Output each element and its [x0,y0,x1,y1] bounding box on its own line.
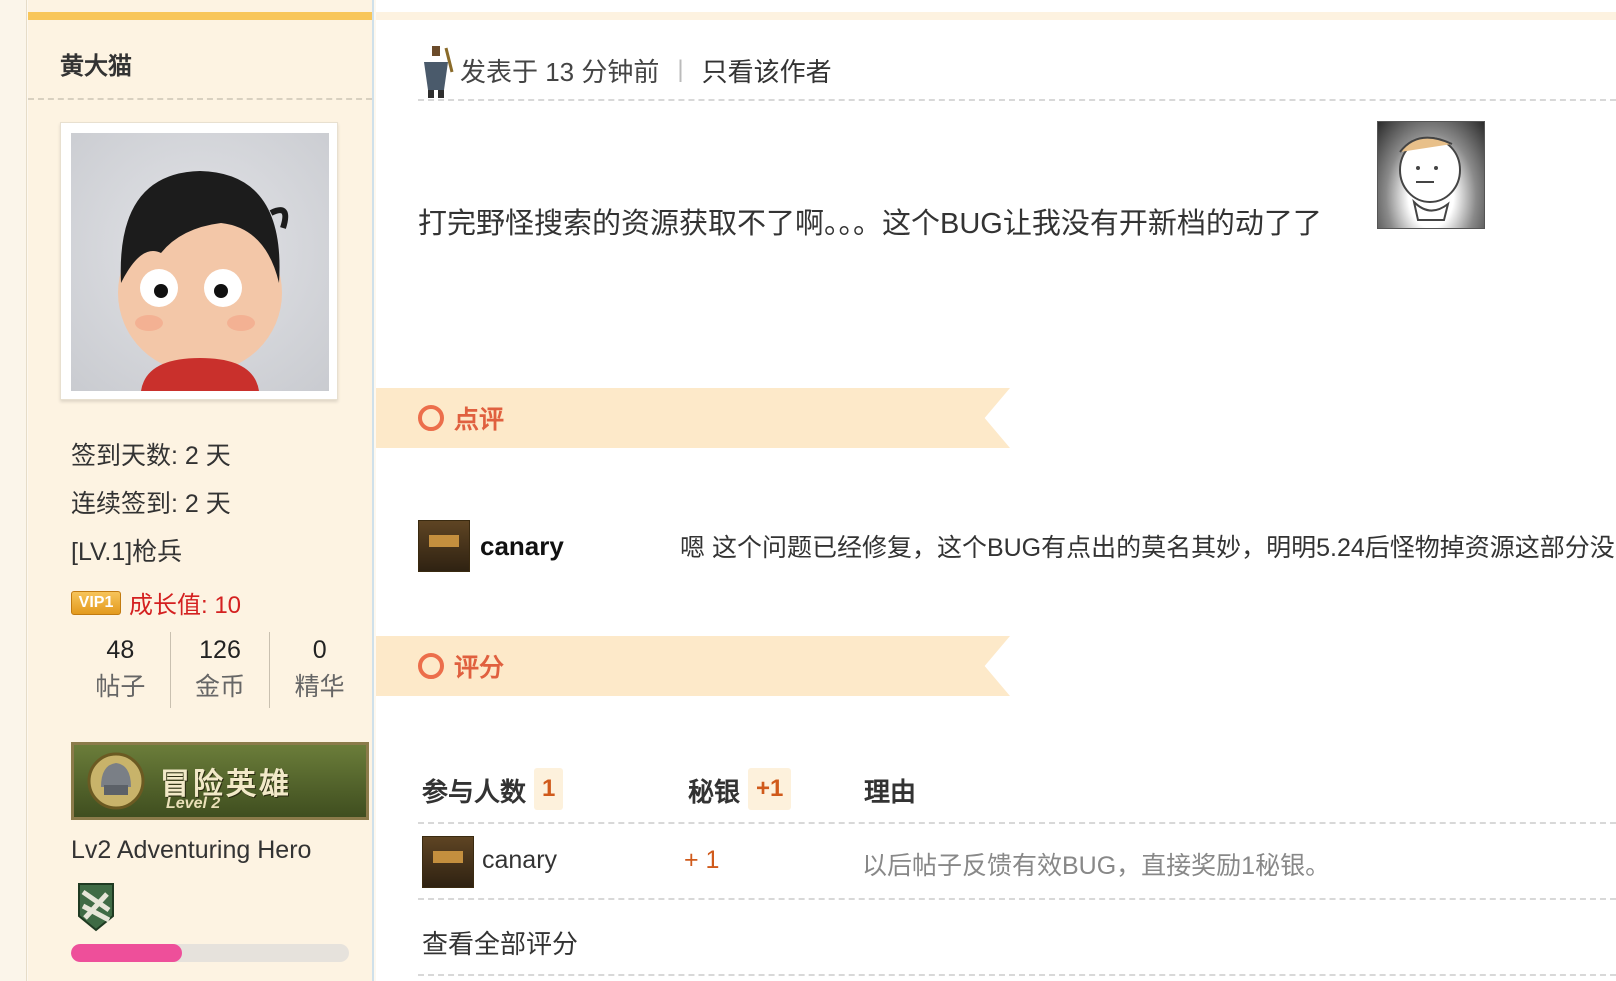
count-digest[interactable]: 0 精华 [270,632,369,708]
rating-row: canary + 1 以后帖子反馈有效BUG，直接奖励1秘银。 [422,836,1616,888]
count-posts-label: 帖子 [95,673,146,701]
avatar-frame[interactable] [60,122,338,400]
currency-header: 秘银 [688,777,741,807]
circle-icon [418,405,444,431]
post-body: 打完野怪搜索的资源获取不了啊。。。这个BUG让我没有开新档的动了了 [418,208,1322,240]
rating-section-label: 评分 [454,654,505,682]
growth-value: 成长值: 10 [129,592,242,619]
comments-section-header: 点评 [376,388,1010,448]
user-rank[interactable]: [LV.1]枪兵 [71,532,182,568]
medal-caption: Lv2 Adventuring Hero [71,836,312,864]
view-all-ratings-link[interactable]: 查看全部评分 [422,924,578,961]
vip-line: VIP1 成长值: 10 [71,585,241,620]
meta-divider [418,99,1616,101]
participants-header: 参与人数 [422,777,527,807]
medal-level: Level 2 [166,795,221,812]
author-name[interactable]: 黄大猫 [60,46,132,81]
rating-amount: + 1 [684,846,720,874]
user-counts: 48 帖子 126 金币 0 精华 [71,632,369,708]
emoji-image [1377,121,1485,229]
rating-divider [418,822,1616,824]
helmet-icon [87,752,145,810]
circle-icon [418,653,444,679]
streak-days: 连续签到: 2 天 [71,490,231,518]
participants-count: 1 [534,768,564,810]
rating-divider [418,974,1616,976]
commenter-name[interactable]: canary [480,531,680,562]
checkin-days: 签到天数: 2 天 [71,442,231,470]
knight-icon [424,46,454,98]
count-digest-value: 0 [312,636,327,664]
count-posts-value: 48 [106,636,135,664]
sidebar-divider [28,98,372,100]
medal-icon[interactable] [71,880,121,932]
post-time: 发表于 13 分钟前 [460,56,660,87]
post-meta: 发表于 13 分钟前 | 只看该作者 [418,42,832,98]
level-progress-fill [71,944,183,962]
rater-name[interactable]: canary [482,846,557,875]
count-coins-value: 126 [199,636,241,664]
post-main: 发表于 13 分钟前 | 只看该作者 打完野怪搜索的资源获取不了啊。。。这个BU… [376,0,1616,981]
main-top-bar [376,12,1616,20]
count-digest-label: 精华 [294,673,345,701]
avatar-illustration [118,171,289,391]
avatar[interactable] [71,133,329,391]
comment-item: canary 嗯 这个问题已经修复，这个BUG有点出的莫名其妙，明明5.24后怪… [418,520,1615,572]
vip-badge[interactable]: VIP1 [71,590,121,615]
rater-avatar[interactable] [422,836,474,888]
emoji-face-icon [1399,136,1461,221]
reason-header: 理由 [864,777,917,807]
comment-text: 嗯 这个问题已经修复，这个BUG有点出的莫名其妙，明明5.24后怪物掉资源这部分… [680,534,1615,562]
rating-divider [418,898,1616,900]
page-edge [0,0,27,981]
sidebar-accent-bar [28,12,372,20]
count-posts[interactable]: 48 帖子 [71,632,171,708]
level-progress-bar [71,944,349,962]
rating-section-header: 评分 [376,636,1010,696]
meta-separator: | [677,56,684,83]
rating-header-row: 参与人数 1 秘银 +1 理由 [422,764,1616,814]
only-author-link[interactable]: 只看该作者 [702,52,832,89]
commenter-avatar[interactable] [418,520,470,572]
currency-total: +1 [748,768,792,810]
comments-section-label: 点评 [454,406,505,434]
medal-banner[interactable]: 冒险英雄 Level 2 [71,742,369,820]
count-coins[interactable]: 126 金币 [171,632,271,708]
rating-reason: 以后帖子反馈有效BUG，直接奖励1秘银。 [862,852,1331,880]
count-coins-label: 金币 [195,673,246,701]
author-sidebar: 黄大猫 签到天数: 2 天 连续签到: 2 天 [LV.1]枪兵 VIP1 成长… [28,0,374,981]
